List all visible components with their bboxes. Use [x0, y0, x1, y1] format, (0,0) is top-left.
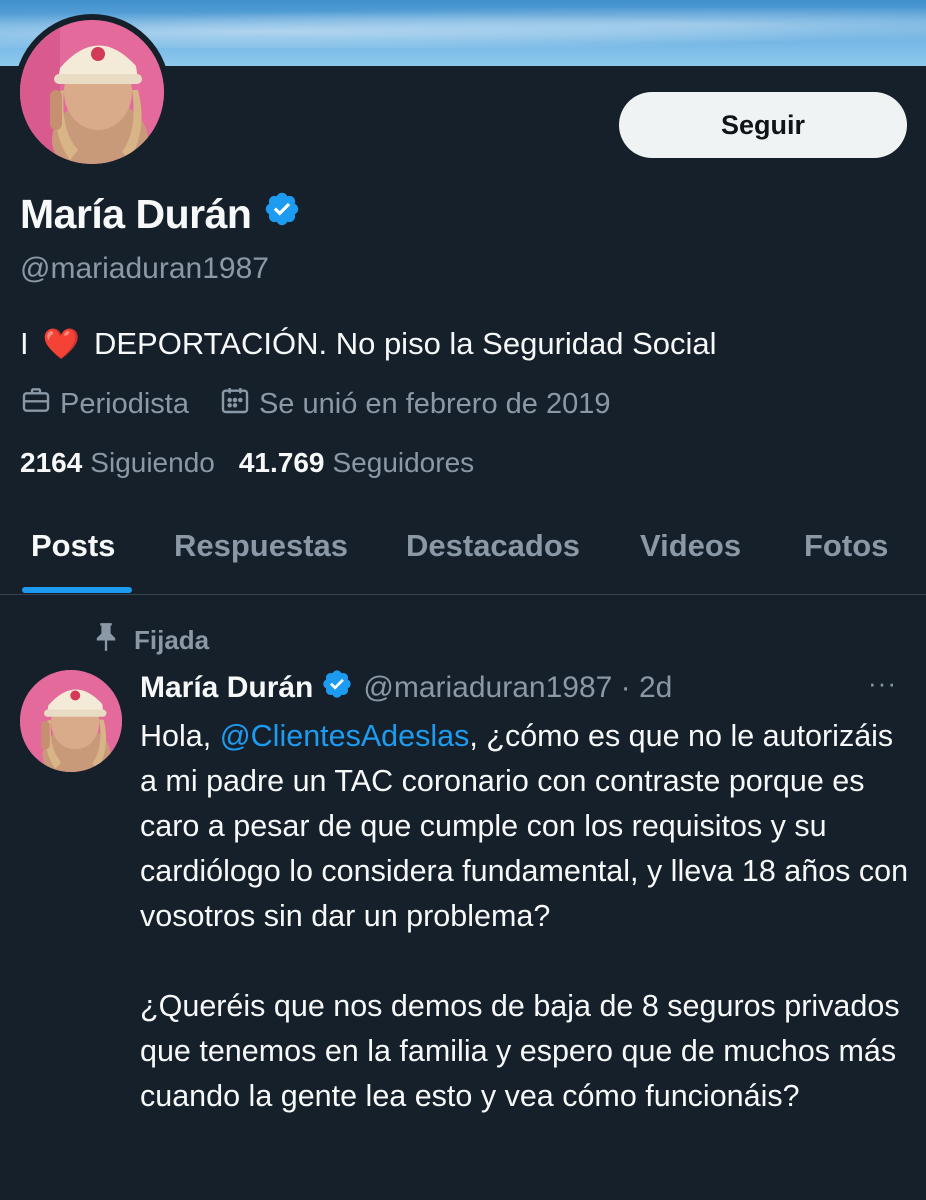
followers-label: Seguidores: [332, 447, 475, 478]
pinned-label-row: Fijada: [94, 622, 209, 659]
mention-link[interactable]: @ClientesAdeslas: [220, 719, 470, 753]
more-options-icon[interactable]: ···: [868, 668, 897, 699]
post-paragraph-2: ¿Queréis que nos demos de baja de 8 segu…: [140, 989, 900, 1113]
active-tab-indicator: [22, 587, 132, 593]
profile-tabs: Posts Respuestas Destacados Videos Fotos: [0, 510, 926, 595]
followers-link[interactable]: 41.769 Seguidores: [239, 447, 474, 479]
profile-bio: I ❤️ DEPORTACIÓN. No piso la Seguridad S…: [20, 326, 717, 362]
verified-badge-icon[interactable]: [263, 190, 301, 238]
post-text-start: Hola,: [140, 719, 220, 753]
verified-badge-icon[interactable]: [321, 668, 353, 708]
heart-emoji: ❤️: [42, 327, 80, 361]
post-author-name[interactable]: María Durán: [140, 671, 313, 705]
profile-name-row: María Durán: [20, 190, 301, 238]
bio-prefix: I: [20, 326, 29, 361]
following-label: Siguiendo: [90, 447, 215, 478]
post-header: María Durán @mariaduran1987 · 2d: [140, 668, 672, 708]
tab-videos[interactable]: Videos: [640, 528, 741, 564]
profile-name: María Durán: [20, 190, 252, 237]
tab-posts[interactable]: Posts: [31, 528, 115, 564]
calendar-icon: [219, 384, 251, 424]
follow-counts: 2164 Siguiendo 41.769 Seguidores: [20, 447, 474, 479]
following-count: 2164: [20, 447, 83, 478]
post-body: Hola, @ClientesAdeslas, ¿cómo es que no …: [140, 714, 910, 1119]
following-link[interactable]: 2164 Siguiendo: [20, 447, 215, 479]
profile-avatar[interactable]: [14, 14, 170, 170]
followers-count: 41.769: [238, 447, 325, 478]
follow-button[interactable]: Seguir: [619, 92, 907, 158]
pin-icon: [94, 622, 118, 659]
briefcase-icon: [20, 384, 52, 424]
post-paragraph-1: Hola, @ClientesAdeslas, ¿cómo es que no …: [140, 714, 910, 939]
profile-meta: Periodista Se unió en febrero de 2019: [20, 384, 640, 424]
tab-respuestas[interactable]: Respuestas: [174, 528, 348, 564]
profile-handle: @mariaduran1987: [20, 252, 269, 285]
tab-destacados[interactable]: Destacados: [406, 528, 580, 564]
bio-text: DEPORTACIÓN. No piso la Seguridad Social: [93, 326, 717, 361]
occupation: Periodista: [60, 387, 189, 420]
tab-fotos[interactable]: Fotos: [804, 528, 888, 564]
post-avatar[interactable]: [20, 670, 122, 772]
pinned-label: Fijada: [134, 625, 210, 655]
join-date: Se unió en febrero de 2019: [258, 387, 611, 420]
post-handle-time[interactable]: @mariaduran1987 · 2d: [363, 671, 672, 705]
